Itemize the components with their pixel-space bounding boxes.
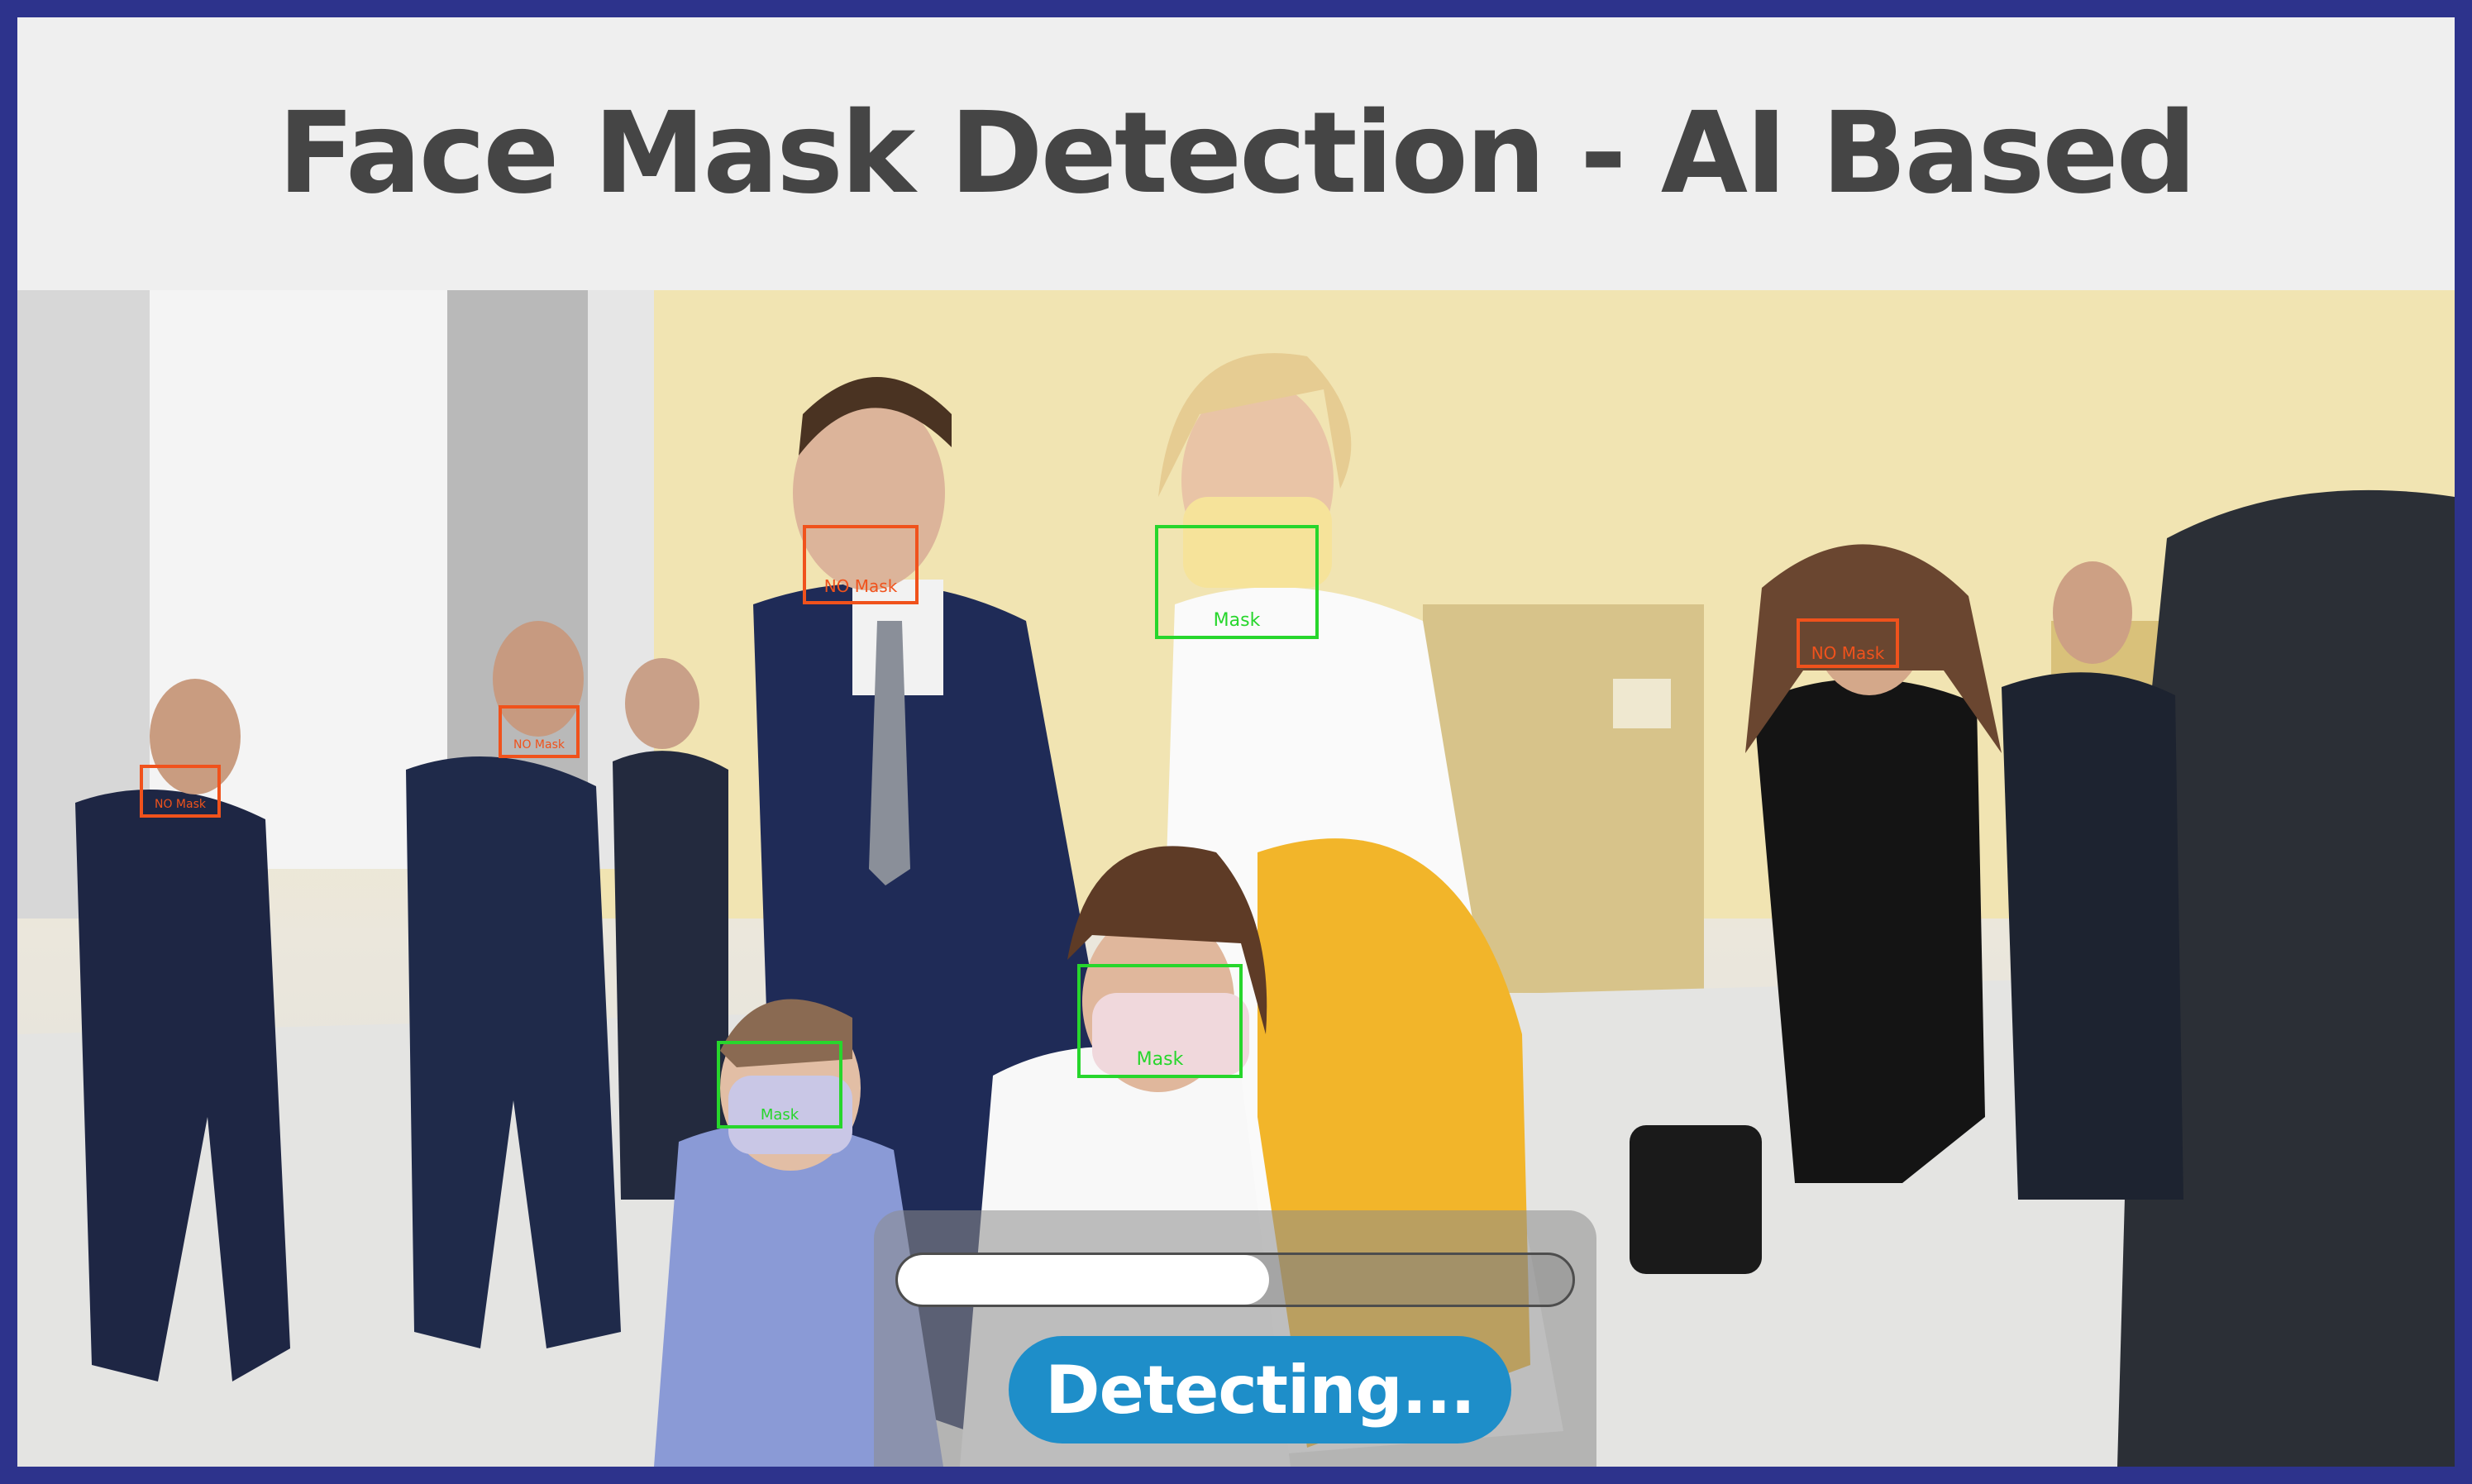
detection-box-mask: Mask: [717, 1041, 842, 1129]
detection-box-mask: Mask: [1077, 964, 1243, 1078]
detection-box-no-mask: NO Mask: [140, 765, 221, 818]
page-title: Face Mask Detection - AI Based: [278, 88, 2197, 219]
detection-box-mask: Mask: [1155, 525, 1319, 639]
detecting-button[interactable]: Detecting...: [1009, 1336, 1511, 1443]
progress-fill: [898, 1255, 1269, 1305]
app-frame: Face Mask Detection - AI Based NO Mask M…: [17, 17, 2455, 1467]
detection-box-no-mask: NO Mask: [803, 525, 919, 604]
header-bar: Face Mask Detection - AI Based: [17, 17, 2455, 290]
detection-box-no-mask: NO Mask: [1797, 618, 1899, 668]
progress-bar: [895, 1253, 1575, 1307]
detection-box-no-mask: NO Mask: [499, 705, 580, 758]
